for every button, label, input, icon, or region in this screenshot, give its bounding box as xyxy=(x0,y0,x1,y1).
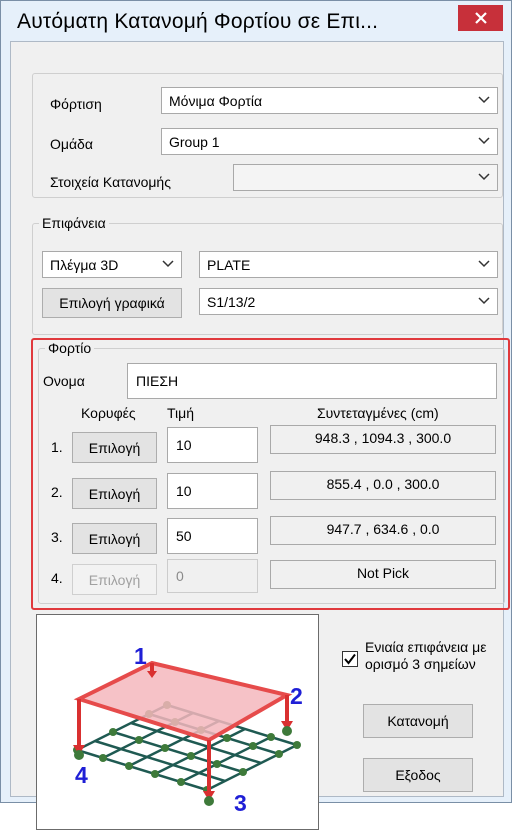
corner-label-4: 4 xyxy=(75,762,88,788)
pick-vertex-label: Επιλογή xyxy=(88,571,141,588)
distribute-button[interactable]: Κατανομή xyxy=(363,704,473,738)
pick-vertex-button[interactable]: Επιλογή xyxy=(72,478,157,509)
surface-preview-diagram: 1 2 3 4 xyxy=(36,614,319,830)
close-icon xyxy=(474,12,487,24)
load-name-label: Ονομα xyxy=(43,373,85,389)
chevron-down-icon xyxy=(478,173,490,181)
pick-vertex-label: Επιλογή xyxy=(88,485,141,502)
surface-type-combo[interactable]: PLATE xyxy=(199,251,498,278)
surface-type-value: PLATE xyxy=(207,256,251,273)
vertex-coordinates-text: Not Pick xyxy=(356,565,410,581)
title-bar[interactable]: Αυτόματη Κατανομή Φορτίου σε Επι... xyxy=(1,1,511,39)
pick-vertex-button[interactable]: Επιλογή xyxy=(72,523,157,554)
vertex-value-input[interactable]: 10 xyxy=(167,427,258,463)
vertex-value-input[interactable]: 50 xyxy=(167,518,258,554)
chevron-down-icon xyxy=(478,297,490,305)
chevron-down-icon xyxy=(162,260,174,268)
graphic-select-label: Επιλογή γραφικά xyxy=(59,295,165,311)
chevron-down-icon xyxy=(478,96,490,104)
element-combo-value: S1/13/2 xyxy=(207,293,256,310)
exit-label: Εξοδος xyxy=(395,767,441,783)
loading-label: Φόρτιση xyxy=(50,96,102,112)
check-mark-icon xyxy=(344,653,356,665)
dialog-body: Φόρτιση Μόνιμα Φορτία Ομάδα Group 1 Στοι… xyxy=(10,41,510,830)
exit-button[interactable]: Εξοδος xyxy=(363,758,473,792)
distribution-combo[interactable] xyxy=(233,164,498,191)
mesh-combo-value: Πλέγμα 3D xyxy=(50,256,119,273)
vertices-header: Κορυφές xyxy=(81,405,136,421)
corner-label-2: 2 xyxy=(290,683,303,709)
vertex-value-input[interactable]: 10 xyxy=(167,473,258,509)
row-number: 1. xyxy=(51,439,63,455)
coords-header: Συντεταγμένες (cm) xyxy=(317,405,439,421)
vertex-coordinates: 948.3 , 1094.3 , 300.0 xyxy=(270,425,496,454)
corner-label-3: 3 xyxy=(234,790,247,816)
vertex-coordinates: 947.7 , 634.6 , 0.0 xyxy=(270,516,496,545)
distribution-label: Στοιχεία Κατανομής xyxy=(50,174,171,190)
pick-vertex-label: Επιλογή xyxy=(88,530,141,547)
mesh-combo[interactable]: Πλέγμα 3D xyxy=(42,251,182,278)
vertex-coordinates: Not Pick xyxy=(270,560,496,589)
group-combo-value: Group 1 xyxy=(169,133,220,150)
pick-vertex-button-disabled: Επιλογή xyxy=(72,564,157,595)
unified-surface-label: Ενιαία επιφάνεια με ορισμό 3 σημείων xyxy=(365,639,487,672)
vertex-coordinates-text: 948.3 , 1094.3 , 300.0 xyxy=(314,430,452,446)
pick-vertex-label: Επιλογή xyxy=(88,439,141,456)
plate-diagram-illustration xyxy=(73,660,301,806)
window-title: Αυτόματη Κατανομή Φορτίου σε Επι... xyxy=(17,10,379,33)
value-header: Τιμή xyxy=(167,405,194,421)
vertex-value: 50 xyxy=(176,528,192,544)
loading-combo[interactable]: Μόνιμα Φορτία xyxy=(161,87,498,114)
load-name-value: ΠΙΕΣΗ xyxy=(136,373,179,389)
vertex-value: 10 xyxy=(176,483,192,499)
vertex-value-input-disabled: 0 xyxy=(167,559,258,593)
row-number: 4. xyxy=(51,570,63,586)
surface-legend: Επιφάνεια xyxy=(39,215,109,231)
chevron-down-icon xyxy=(478,260,490,268)
unified-surface-checkbox[interactable] xyxy=(342,651,358,667)
group-combo[interactable]: Group 1 xyxy=(161,128,498,155)
surface-group: Επιφάνεια xyxy=(32,215,503,335)
vertex-value: 10 xyxy=(176,437,192,453)
vertex-coordinates: 855.4 , 0.0 , 300.0 xyxy=(270,471,496,500)
element-combo[interactable]: S1/13/2 xyxy=(199,288,498,315)
row-number: 2. xyxy=(51,484,63,500)
row-number: 3. xyxy=(51,529,63,545)
chevron-down-icon xyxy=(478,137,490,145)
vertex-value: 0 xyxy=(176,568,184,584)
load-legend: Φορτίο xyxy=(45,340,95,356)
loading-combo-value: Μόνιμα Φορτία xyxy=(169,92,263,109)
close-button[interactable] xyxy=(458,5,503,31)
graphic-select-button[interactable]: Επιλογή γραφικά xyxy=(42,288,182,318)
distribute-label: Κατανομή xyxy=(387,713,449,729)
corner-label-1: 1 xyxy=(134,643,147,669)
group-label: Ομάδα xyxy=(50,136,93,152)
pick-vertex-button[interactable]: Επιλογή xyxy=(72,432,157,463)
vertex-coordinates-text: 947.7 , 634.6 , 0.0 xyxy=(326,521,440,537)
dialog-window: Αυτόματη Κατανομή Φορτίου σε Επι... Φόρτ… xyxy=(0,0,512,830)
load-name-input[interactable]: ΠΙΕΣΗ xyxy=(127,363,497,399)
vertex-coordinates-text: 855.4 , 0.0 , 300.0 xyxy=(326,476,440,492)
